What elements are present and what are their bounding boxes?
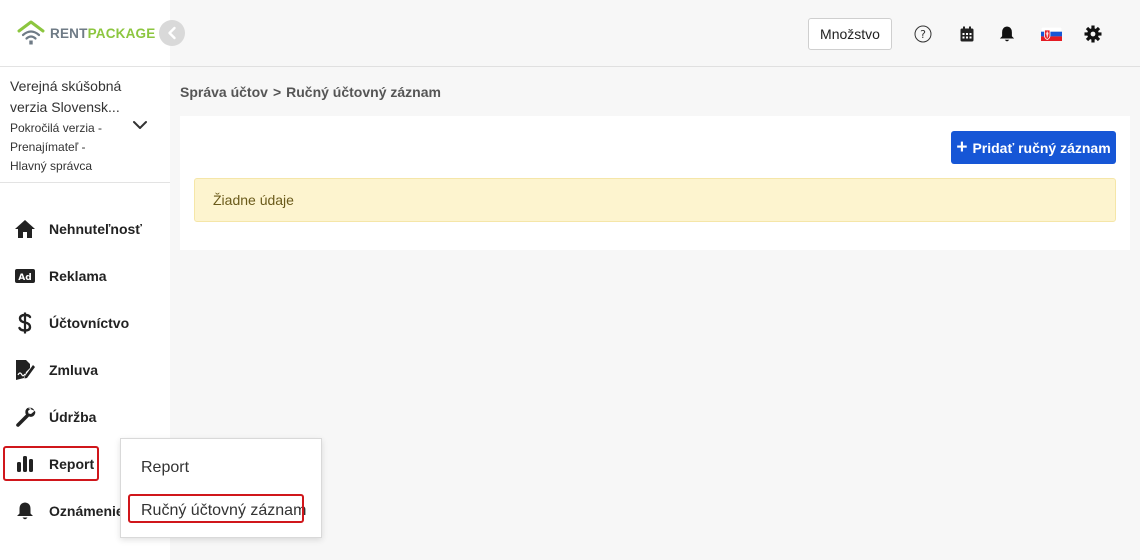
account-meta-line2: Prenajímateľ - bbox=[10, 140, 86, 154]
brand-name: RENTPACKAGE bbox=[50, 26, 155, 41]
account-name-line2: verzia Slovensk... bbox=[10, 99, 120, 115]
sidebar-item-label: Nehnuteľnosť bbox=[49, 221, 142, 237]
bar-chart-icon bbox=[14, 453, 36, 475]
bell-icon bbox=[14, 500, 36, 522]
breadcrumb-separator: > bbox=[272, 84, 282, 100]
empty-state-message: Žiadne údaje bbox=[213, 192, 294, 208]
sidebar-divider bbox=[0, 182, 170, 183]
sidebar-item-accounting[interactable]: Účtovníctvo bbox=[0, 304, 170, 342]
brand-name-package: PACKAGE bbox=[87, 25, 156, 41]
ad-icon: Ad bbox=[14, 265, 36, 287]
sidebar-item-maintenance[interactable]: Údržba bbox=[0, 398, 170, 436]
breadcrumb-parent[interactable]: Správa účtov bbox=[180, 84, 268, 100]
breadcrumb-current: Ručný účtovný záznam bbox=[286, 84, 441, 100]
sidebar-item-property[interactable]: Nehnuteľnosť bbox=[0, 210, 170, 248]
sidebar-item-advertising[interactable]: Ad Reklama bbox=[0, 257, 170, 295]
submenu-item-report[interactable]: Report bbox=[141, 459, 189, 477]
brand-logo[interactable]: RENTPACKAGE bbox=[16, 18, 155, 48]
top-bar: Množstvo ? bbox=[170, 0, 1140, 67]
wifi-house-logo-icon bbox=[17, 20, 45, 45]
settings-gear-icon[interactable] bbox=[1083, 24, 1103, 44]
sidebar-item-label: Údržba bbox=[49, 409, 97, 425]
slovak-flag-icon[interactable] bbox=[1040, 24, 1062, 44]
sidebar-item-contract[interactable]: Zmluva bbox=[0, 351, 170, 389]
plus-icon: + bbox=[956, 137, 968, 158]
content-panel: + Pridať ručný záznam Žiadne údaje bbox=[180, 116, 1130, 250]
empty-state-alert: Žiadne údaje bbox=[194, 178, 1116, 222]
sidebar-item-label: Reklama bbox=[49, 268, 107, 284]
svg-text:?: ? bbox=[920, 28, 926, 41]
chevron-down-icon[interactable] bbox=[132, 118, 148, 136]
home-icon bbox=[14, 218, 36, 240]
wrench-icon bbox=[14, 406, 36, 428]
sidebar-item-label: Zmluva bbox=[49, 362, 99, 378]
sidebar-item-label: Report bbox=[49, 456, 95, 472]
notification-bell-icon[interactable] bbox=[997, 24, 1017, 44]
add-manual-entry-button[interactable]: + Pridať ručný záznam bbox=[951, 131, 1116, 164]
sidebar-divider bbox=[0, 66, 170, 67]
chevron-left-icon bbox=[168, 26, 176, 40]
svg-text:Ad: Ad bbox=[18, 273, 31, 283]
add-manual-entry-label: Pridať ručný záznam bbox=[972, 139, 1111, 156]
help-icon[interactable]: ? bbox=[913, 24, 933, 44]
calendar-icon[interactable] bbox=[957, 24, 977, 44]
dollar-icon bbox=[14, 312, 36, 334]
sidebar-collapse-button[interactable] bbox=[159, 20, 185, 46]
sidebar-item-label: Oznámenie bbox=[49, 503, 124, 519]
submenu-item-manual-accounting-entry[interactable]: Ručný účtovný záznam bbox=[141, 502, 306, 520]
account-meta-line3: Hlavný správca bbox=[10, 159, 93, 173]
account-name-line1: Verejná skúšobná bbox=[10, 78, 122, 94]
contract-icon bbox=[14, 359, 36, 381]
breadcrumb: Správa účtov > Ručný účtovný záznam bbox=[180, 84, 441, 100]
sidebar-item-label: Účtovníctvo bbox=[49, 315, 130, 331]
quantity-button[interactable]: Množstvo bbox=[808, 18, 892, 50]
brand-name-rent: RENT bbox=[50, 25, 88, 41]
report-submenu: Report Ručný účtovný záznam bbox=[120, 438, 322, 538]
